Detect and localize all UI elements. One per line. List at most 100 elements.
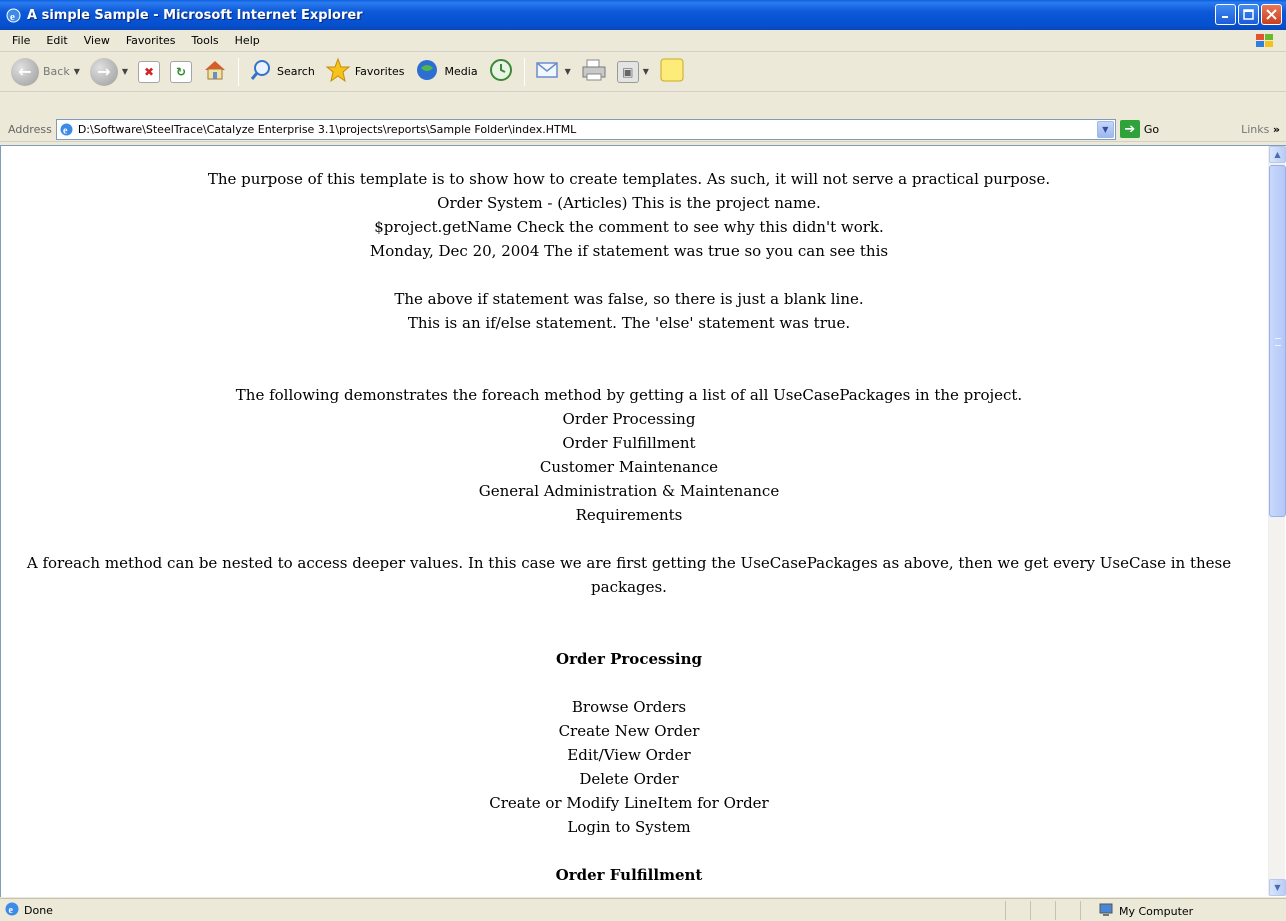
search-button[interactable]: Search	[246, 56, 318, 88]
edit-button[interactable]: ▣ ▼	[614, 56, 652, 88]
refresh-button[interactable]: ↻	[167, 56, 195, 88]
media-icon	[415, 58, 441, 85]
menu-file[interactable]: File	[4, 34, 38, 47]
package-item: Requirements	[575, 506, 683, 524]
back-button[interactable]: ← Back ▼	[8, 56, 83, 88]
forward-arrow-icon: →	[89, 57, 118, 86]
text-line: $project.getName Check the comment to se…	[374, 218, 884, 236]
text-line: The purpose of this template is to show …	[207, 170, 1051, 188]
status-cell	[1030, 901, 1054, 920]
status-bar: e Done My Computer	[0, 898, 1286, 921]
package-item: Customer Maintenance	[539, 458, 719, 476]
mail-icon	[535, 59, 561, 84]
media-label: Media	[444, 65, 478, 78]
computer-icon	[1098, 902, 1114, 921]
package-item: General Administration & Maintenance	[478, 482, 780, 500]
title-bar: e A simple Sample - Microsoft Internet E…	[0, 0, 1286, 30]
usecase-item: Edit/View Order	[567, 746, 691, 764]
usecase-item: Login to System	[567, 818, 691, 836]
home-icon	[202, 58, 228, 85]
stop-icon: ✖	[138, 60, 161, 83]
page-icon: e	[59, 122, 74, 137]
address-input[interactable]: e D:\Software\SteelTrace\Catalyze Enterp…	[55, 118, 1116, 140]
usecase-item: Create or Modify LineItem for Order	[489, 794, 769, 812]
menu-tools[interactable]: Tools	[184, 34, 227, 47]
note-icon	[659, 57, 685, 86]
print-button[interactable]	[578, 56, 610, 88]
group-heading: Order Fulfillment	[555, 866, 703, 884]
favorites-label: Favorites	[354, 65, 405, 78]
group-heading: Order Processing	[556, 650, 702, 668]
usecase-item: Delete Order	[579, 770, 679, 788]
status-cell	[1055, 901, 1079, 920]
mail-dropdown-icon[interactable]: ▼	[565, 67, 571, 76]
back-dropdown-icon[interactable]: ▼	[74, 67, 80, 76]
menu-help[interactable]: Help	[227, 34, 268, 47]
page-content: The purpose of this template is to show …	[1, 146, 1257, 896]
edit-dropdown-icon[interactable]: ▼	[643, 67, 649, 76]
address-bar: Address e D:\Software\SteelTrace\Catalyz…	[0, 117, 1286, 142]
star-icon	[325, 57, 351, 86]
usecase-item: Browse Orders	[571, 698, 687, 716]
discuss-button[interactable]	[656, 56, 688, 88]
text-line: Monday, Dec 20, 2004 The if statement wa…	[369, 242, 889, 260]
favorites-button[interactable]: Favorites	[322, 56, 408, 88]
text-line: This is an if/else statement. The 'else'…	[407, 314, 851, 332]
go-arrow-icon: ➔	[1119, 120, 1140, 138]
forward-button[interactable]: → ▼	[87, 56, 131, 88]
back-arrow-icon: ←	[11, 57, 39, 86]
page-viewport: The purpose of this template is to show …	[0, 145, 1286, 897]
links-label: Links	[1241, 123, 1270, 136]
toolbar-separator	[238, 57, 240, 86]
text-line: The above if statement was false, so the…	[394, 290, 864, 308]
address-label: Address	[8, 122, 52, 136]
forward-dropdown-icon[interactable]: ▼	[122, 67, 128, 76]
stop-button[interactable]: ✖	[135, 56, 163, 88]
mail-button[interactable]: ▼	[532, 56, 574, 88]
foreach-intro: The following demonstrates the foreach m…	[235, 386, 1023, 404]
windows-logo-icon	[1254, 33, 1276, 49]
links-button[interactable]: Links »	[1241, 123, 1280, 136]
menu-view[interactable]: View	[76, 34, 118, 47]
close-button[interactable]	[1261, 4, 1282, 25]
scroll-grip-icon	[1275, 338, 1281, 346]
go-label: Go	[1143, 122, 1160, 136]
refresh-icon: ↻	[170, 60, 193, 83]
printer-icon	[581, 58, 607, 85]
svg-text:e: e	[9, 905, 14, 916]
history-button[interactable]	[485, 56, 517, 88]
window-title: A simple Sample - Microsoft Internet Exp…	[27, 7, 363, 23]
status-cell	[1005, 901, 1029, 920]
status-text: Done	[24, 903, 53, 917]
go-button[interactable]: ➔ Go	[1119, 120, 1160, 138]
package-item: Order Fulfillment	[562, 434, 696, 452]
text-line: Order System - (Articles) This is the pr…	[437, 194, 821, 212]
history-icon	[488, 57, 514, 86]
package-item: Order Processing	[562, 410, 696, 428]
address-url: D:\Software\SteelTrace\Catalyze Enterpri…	[77, 122, 577, 136]
scroll-down-button[interactable]: ▼	[1269, 879, 1286, 896]
maximize-button[interactable]	[1238, 4, 1259, 25]
menu-favorites[interactable]: Favorites	[118, 34, 184, 47]
search-icon	[249, 58, 273, 85]
vertical-scrollbar[interactable]: ▲ ▼	[1268, 146, 1286, 896]
nested-intro: A foreach method can be nested to access…	[26, 554, 1232, 596]
home-button[interactable]	[199, 56, 231, 88]
svg-text:e: e	[10, 11, 15, 23]
menu-edit[interactable]: Edit	[38, 34, 75, 47]
scroll-thumb[interactable]	[1269, 165, 1286, 517]
svg-text:e: e	[63, 125, 68, 136]
media-button[interactable]: Media	[412, 56, 481, 88]
scroll-up-button[interactable]: ▲	[1269, 146, 1286, 163]
usecase-item: Create New Order	[558, 722, 700, 740]
address-dropdown-icon[interactable]: ▼	[1096, 120, 1114, 138]
minimize-button[interactable]	[1215, 4, 1236, 25]
security-zone: My Computer	[1098, 902, 1193, 921]
